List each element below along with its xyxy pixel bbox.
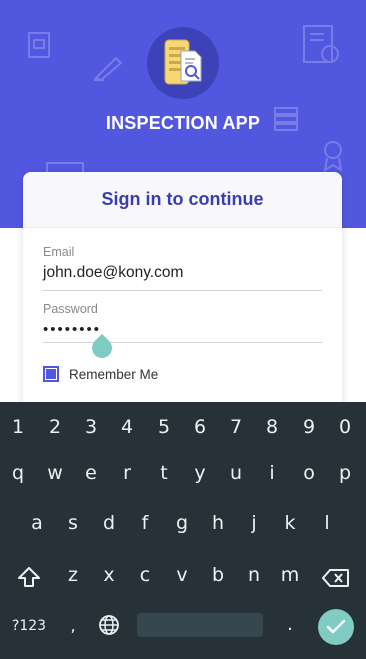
key-7[interactable]: 7: [230, 416, 242, 438]
remember-me-row[interactable]: Remember Me: [43, 366, 158, 382]
enter-key[interactable]: [318, 609, 354, 645]
key-6[interactable]: 6: [194, 416, 206, 438]
key-comma[interactable]: ,: [70, 616, 75, 635]
key-d[interactable]: d: [103, 512, 115, 534]
key-w[interactable]: w: [47, 462, 63, 484]
email-label: Email: [43, 245, 75, 259]
password-label: Password: [43, 302, 98, 316]
key-p[interactable]: p: [339, 462, 351, 484]
email-underline: [43, 290, 322, 291]
key-o[interactable]: o: [303, 462, 315, 484]
key-i[interactable]: i: [269, 462, 274, 484]
key-y[interactable]: y: [194, 462, 205, 484]
password-underline: [43, 342, 322, 343]
document-decor-icon: [28, 32, 50, 58]
key-g[interactable]: g: [176, 512, 188, 534]
signin-heading: Sign in to continue: [101, 189, 264, 209]
key-t[interactable]: t: [160, 462, 167, 484]
check-icon: [326, 619, 346, 634]
app-title: INSPECTION APP: [105, 113, 261, 133]
app-logo: [147, 27, 219, 99]
key-2[interactable]: 2: [49, 416, 61, 438]
key-u[interactable]: u: [230, 462, 242, 484]
key-r[interactable]: r: [123, 462, 131, 484]
key-0[interactable]: 0: [339, 416, 351, 438]
email-field[interactable]: john.doe@kony.com: [43, 264, 183, 282]
key-c[interactable]: c: [140, 564, 150, 586]
remember-me-label: Remember Me: [69, 366, 159, 382]
key-k[interactable]: k: [284, 512, 295, 534]
key-5[interactable]: 5: [158, 416, 170, 438]
key-x[interactable]: x: [103, 564, 114, 586]
space-bar[interactable]: [137, 613, 263, 637]
globe-icon[interactable]: [98, 614, 120, 636]
key-f[interactable]: f: [142, 512, 149, 534]
key-a[interactable]: a: [31, 512, 43, 534]
key-b[interactable]: b: [212, 564, 224, 586]
key-8[interactable]: 8: [266, 416, 278, 438]
remember-me-checkbox[interactable]: [43, 366, 59, 382]
key-l[interactable]: l: [324, 512, 329, 534]
text-cursor-handle[interactable]: [87, 333, 117, 363]
report-decor-icon: [303, 25, 339, 63]
inspection-clipboard-icon: [164, 39, 202, 85]
key-9[interactable]: 9: [303, 416, 315, 438]
key-3[interactable]: 3: [85, 416, 97, 438]
key-period[interactable]: .: [287, 614, 293, 635]
password-field[interactable]: ••••••••: [43, 321, 101, 338]
key-q[interactable]: q: [12, 462, 24, 484]
key-m[interactable]: m: [281, 564, 300, 586]
key-n[interactable]: n: [248, 564, 260, 586]
badge-decor-icon: [323, 141, 343, 172]
key-h[interactable]: h: [212, 512, 224, 534]
soft-keyboard: 1 2 3 4 5 6 7 8 9 0 q w e r t y u i o p …: [0, 402, 366, 659]
key-s[interactable]: s: [68, 512, 78, 534]
key-e[interactable]: e: [85, 462, 97, 484]
checkbox-check-mark: [46, 369, 56, 379]
symbols-key[interactable]: ?123: [12, 618, 46, 634]
key-4[interactable]: 4: [121, 416, 133, 438]
shift-icon[interactable]: [17, 566, 41, 588]
key-j[interactable]: j: [251, 512, 256, 534]
key-z[interactable]: z: [68, 564, 78, 586]
key-1[interactable]: 1: [12, 416, 24, 438]
key-v[interactable]: v: [176, 564, 187, 586]
pen-decor-icon: [94, 56, 123, 82]
backspace-icon[interactable]: [322, 568, 350, 588]
signin-card: Sign in to continue Email john.doe@kony.…: [23, 172, 342, 412]
card-header: Sign in to continue: [23, 172, 342, 228]
